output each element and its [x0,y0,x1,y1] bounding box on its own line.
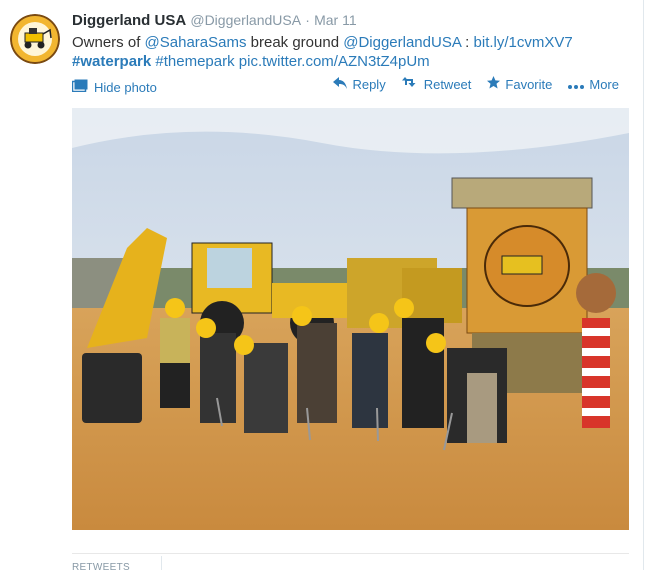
retweet-label: Retweet [423,76,472,92]
retweet-button[interactable]: Retweet [401,76,472,92]
tweet-timestamp[interactable]: Mar 11 [314,12,357,28]
hide-photo-label: Hide photo [94,79,157,95]
reply-icon [333,76,348,92]
text-mid: break ground [246,34,344,51]
tweet-actions: Reply Retweet Favorite More [333,76,619,92]
stats-divider [72,553,629,554]
avatar[interactable] [10,14,60,64]
tweet-card: Diggerland USA @DiggerlandUSA · Mar 11 O… [0,0,644,573]
mention-diggerlandusa[interactable]: @DiggerlandUSA [343,34,461,51]
header-separator: · [305,12,310,28]
tweet-text: Owners of @SaharaSams break ground @Digg… [72,33,632,71]
groundbreaking-photo [72,108,629,530]
text-colon: : [461,34,474,51]
favorite-label: Favorite [505,76,553,92]
author-fullname[interactable]: Diggerland USA [72,12,186,29]
short-link[interactable]: bit.ly/1cvmXV7 [474,34,573,51]
stats-separator [161,556,162,570]
author-handle[interactable]: @DiggerlandUSA [190,12,301,28]
mention-saharasams[interactable]: @SaharaSams [145,34,247,51]
photo-icon [71,79,88,95]
hashtag-themepark[interactable]: #themepark [155,53,234,70]
hide-photo-button[interactable]: Hide photo [71,79,157,95]
favorite-button[interactable]: Favorite [487,76,552,92]
more-label: More [589,76,619,92]
hashtag-waterpark[interactable]: #waterpark [72,53,151,70]
more-button[interactable]: More [568,76,619,92]
tweet-header: Diggerland USA @DiggerlandUSA · Mar 11 [72,12,357,29]
reply-label: Reply [352,76,386,92]
more-dots-icon [568,77,585,92]
hashtag-waterpark-text: #waterpark [72,53,152,70]
retweet-icon [401,76,419,92]
pic-link[interactable]: pic.twitter.com/AZN3tZ4pUm [239,53,430,70]
reply-button[interactable]: Reply [333,76,386,92]
retweets-stat-label: RETWEETS [72,562,130,573]
tweet-photo[interactable] [72,108,629,530]
text-prefix: Owners of [72,34,145,51]
star-icon [487,76,501,92]
